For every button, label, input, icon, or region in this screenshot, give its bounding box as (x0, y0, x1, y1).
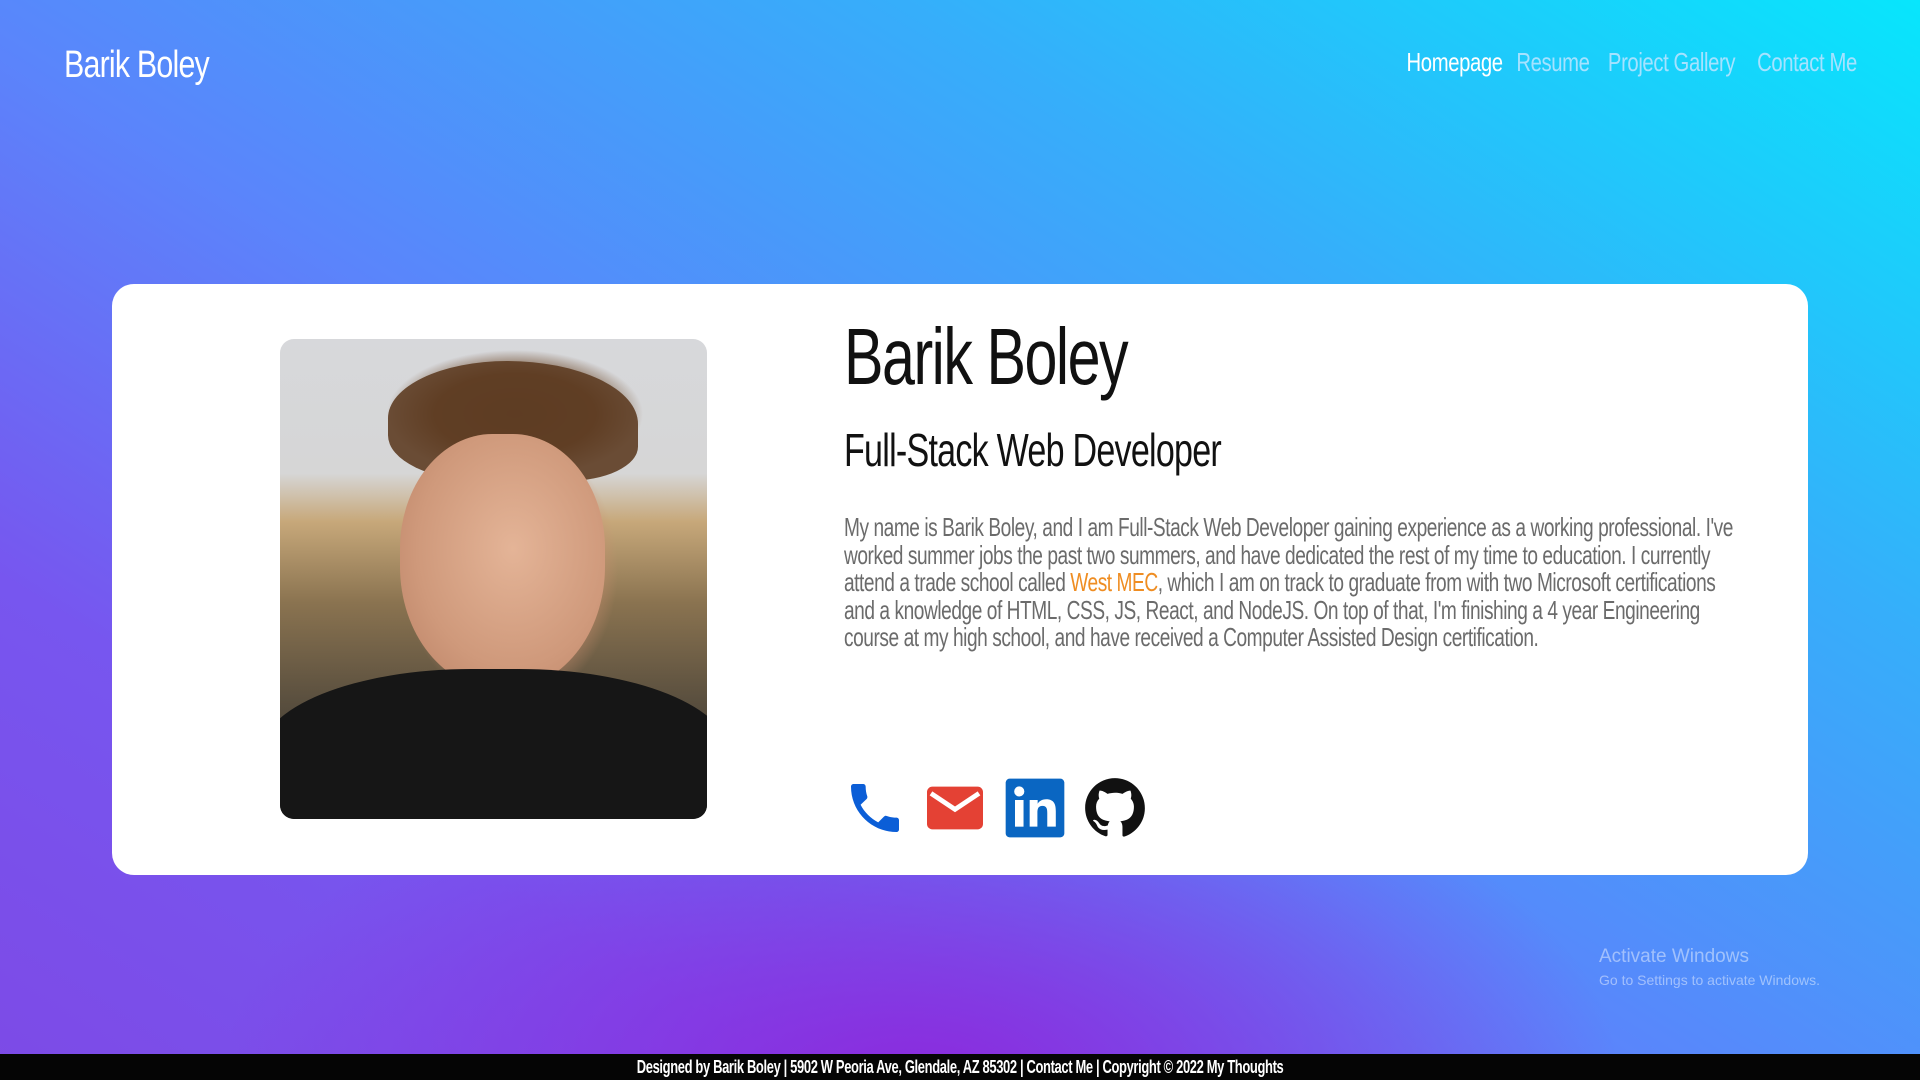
github-link[interactable] (1083, 776, 1147, 840)
photo-jacket (280, 669, 707, 819)
profile-card: Barik Boley Full-Stack Web Developer My … (112, 284, 1808, 875)
profile-photo (280, 339, 707, 819)
linkedin-link[interactable] (1003, 776, 1067, 840)
nav-resume[interactable]: Resume (1517, 47, 1591, 78)
social-links (843, 776, 1147, 840)
profile-name: Barik Boley (844, 312, 1129, 401)
phone-link[interactable] (843, 776, 907, 840)
site-footer: Designed by Barik Boley | 5902 W Peoria … (0, 1054, 1920, 1080)
email-link[interactable] (923, 776, 987, 840)
linkedin-icon (1005, 778, 1065, 838)
nav-project-gallery[interactable]: Project Gallery (1608, 47, 1736, 78)
west-mec-link[interactable]: West MEC (1070, 567, 1158, 597)
watermark-title: Activate Windows (1599, 946, 1749, 967)
nav-contact-me[interactable]: Contact Me (1757, 47, 1857, 78)
github-icon (1085, 778, 1145, 837)
activate-windows-watermark: Activate Windows Go to Settings to activ… (1599, 946, 1820, 988)
phone-icon (851, 784, 899, 832)
profile-title: Full-Stack Web Developer (844, 424, 1222, 476)
watermark-subtitle: Go to Settings to activate Windows. (1599, 972, 1820, 988)
site-brand[interactable]: Barik Boley (64, 44, 210, 87)
photo-face (400, 434, 605, 689)
footer-text: Designed by Barik Boley | 5902 W Peoria … (636, 1057, 1284, 1077)
main-nav: Homepage Resume Project Gallery Contact … (1407, 47, 1858, 78)
profile-bio: My name is Barik Boley, and I am Full-St… (844, 513, 1741, 652)
nav-homepage[interactable]: Homepage (1407, 47, 1503, 78)
email-icon (927, 786, 983, 830)
